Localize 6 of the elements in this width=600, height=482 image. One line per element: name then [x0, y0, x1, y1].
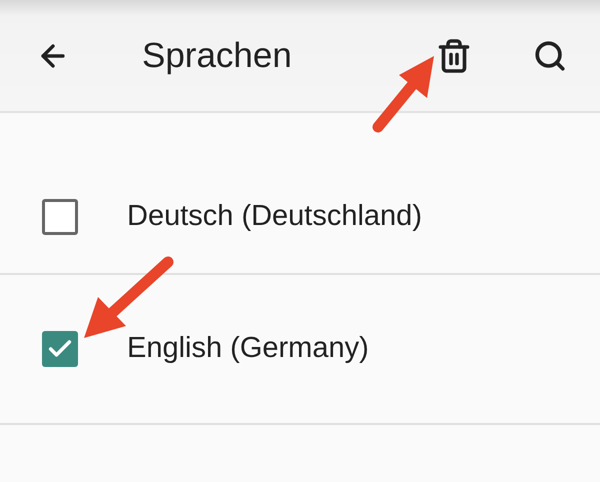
checkbox[interactable]: [42, 331, 78, 367]
language-label: English (Germany): [127, 331, 369, 366]
language-row[interactable]: Deutsch (Deutschland): [0, 161, 600, 275]
language-label: Deutsch (Deutschland): [127, 199, 422, 234]
checkbox[interactable]: [42, 199, 78, 235]
app-bar-title: Sprachen: [142, 38, 292, 73]
